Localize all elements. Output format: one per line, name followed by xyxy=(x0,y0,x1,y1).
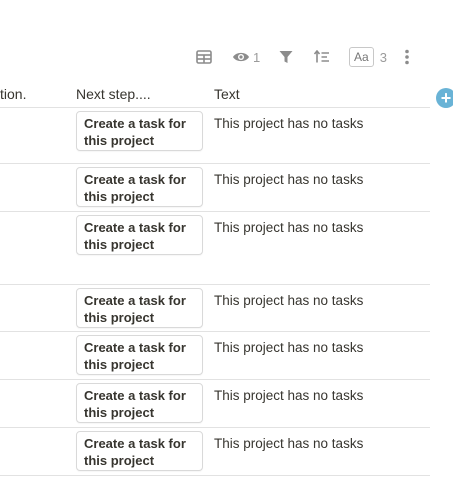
row-text: This project has no tasks xyxy=(214,172,364,187)
table-view-icon[interactable] xyxy=(196,44,212,70)
column-header-next-step[interactable]: Next step.... xyxy=(76,84,151,104)
properties-visibility-button[interactable]: 1 xyxy=(232,44,260,70)
create-task-button[interactable]: Create a task for this project xyxy=(76,215,203,255)
table-row: Create a task for this project This proj… xyxy=(0,212,430,285)
table-row: Create a task for this project This proj… xyxy=(0,428,430,476)
column-header[interactable]: tion. xyxy=(0,84,26,104)
font-count: 3 xyxy=(379,49,387,65)
font-size-button[interactable]: Aa 3 xyxy=(349,44,387,70)
row-text: This project has no tasks xyxy=(214,436,364,451)
table-row: Create a task for this project This proj… xyxy=(0,332,430,380)
row-text: This project has no tasks xyxy=(214,340,364,355)
toolbar: 1 Aa 3 xyxy=(0,44,453,70)
create-task-button[interactable]: Create a task for this project xyxy=(76,288,203,328)
column-header-text[interactable]: Text xyxy=(214,84,240,104)
eye-icon xyxy=(232,51,250,63)
row-text: This project has no tasks xyxy=(214,116,364,131)
table-row: Create a task for this project This proj… xyxy=(0,164,430,212)
create-task-button[interactable]: Create a task for this project xyxy=(76,111,203,151)
font-label: Aa xyxy=(349,47,374,67)
create-task-button[interactable]: Create a task for this project xyxy=(76,167,203,207)
row-text: This project has no tasks xyxy=(214,388,364,403)
row-text: This project has no tasks xyxy=(214,293,364,308)
create-task-button[interactable]: Create a task for this project xyxy=(76,335,203,375)
row-text: This project has no tasks xyxy=(214,220,364,235)
create-task-button[interactable]: Create a task for this project xyxy=(76,383,203,423)
table-row: Create a task for this project This proj… xyxy=(0,108,430,164)
table-row: Create a task for this project This proj… xyxy=(0,285,430,332)
filter-icon[interactable] xyxy=(279,44,293,70)
add-column-button[interactable]: + xyxy=(436,88,453,108)
table-row: Create a task for this project This proj… xyxy=(0,380,430,428)
table-header: tion. Next step.... Text xyxy=(0,84,430,108)
more-options-icon[interactable] xyxy=(404,44,410,70)
visible-properties-count: 1 xyxy=(253,49,261,65)
create-task-button[interactable]: Create a task for this project xyxy=(76,431,203,471)
plus-icon: + xyxy=(440,88,452,108)
sort-icon[interactable] xyxy=(314,44,330,70)
